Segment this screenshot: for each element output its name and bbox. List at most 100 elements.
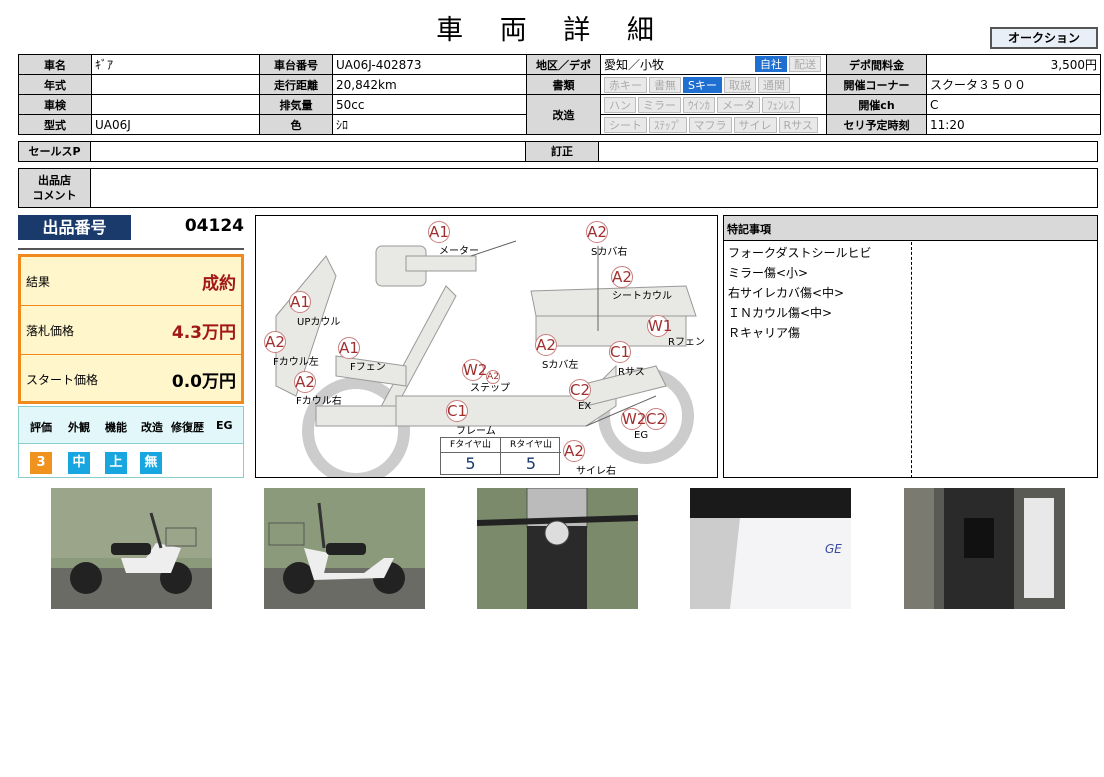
correction-label: 訂正	[525, 141, 599, 162]
lot-number: 04124	[184, 216, 244, 236]
damage-code: A2	[563, 440, 585, 462]
region-tags: 自社 配送	[755, 56, 823, 72]
damage-mark: C1	[446, 400, 468, 422]
tire-depth-table: Fタイヤ山 Rタイヤ山 5 5	[440, 437, 561, 475]
mod-tags-row1: ハン ミラー ｳｲﾝｶ メータ ﾌｪﾝﾚｽ	[600, 94, 827, 115]
damage-mark: A1	[338, 337, 360, 359]
damage-part-label: シートカウル	[612, 291, 672, 302]
damage-code: C2	[569, 379, 591, 401]
damage-code: C1	[609, 341, 631, 363]
photo-scooter-left-side[interactable]	[51, 488, 212, 609]
damage-mark: A2	[611, 266, 633, 288]
region-text: 愛知／小牧	[604, 58, 665, 72]
note-item: ミラー傷<小>	[728, 266, 809, 280]
photo-floorboard-closeup[interactable]	[904, 488, 1065, 609]
color-value: ｼﾛ	[332, 114, 527, 135]
damage-code: A2	[535, 334, 557, 356]
damage-part-label: Fカウル左	[273, 357, 319, 368]
doc-tag: 赤キー	[604, 76, 647, 93]
eval-header: 改造	[141, 421, 163, 434]
eval-score-badge: 3	[30, 452, 52, 474]
inspection-label: 車検	[18, 94, 92, 115]
year-label: 年式	[18, 74, 92, 95]
damage-part-label: Rサス	[618, 367, 645, 378]
corner-value: スクータ３５００	[926, 74, 1101, 95]
photo-cowl-closeup[interactable]: GE	[690, 488, 851, 609]
note-item: フォークダストシールヒビ	[728, 246, 872, 260]
mod-tag: ハン	[604, 96, 636, 113]
mileage-value: 20,842km	[332, 74, 527, 95]
result-row: 結果 成約	[21, 257, 241, 306]
photo-scooter-right-side[interactable]	[264, 488, 425, 609]
evaluation-header: 評価 外観 機能 改造 修復歴 EG	[18, 406, 244, 444]
lot-number-label: 出品番号	[18, 215, 131, 240]
damage-code: C1	[446, 400, 468, 422]
region-value: 愛知／小牧 自社 配送	[600, 54, 827, 75]
divider	[911, 242, 912, 478]
damage-part-label: メーター	[439, 246, 479, 257]
fee-label: デポ間料金	[826, 54, 927, 75]
damage-part-label: UPカウル	[297, 317, 341, 328]
mod-tag: シート	[604, 116, 647, 133]
vehicle-info-table: 車名 ｷﾞｱ 車台番号 UA06J-402873 地区／デポ 愛知／小牧 自社配…	[18, 54, 1101, 135]
damage-mark: C1	[609, 341, 631, 363]
damage-part-label: サイレ右	[576, 466, 616, 477]
mod-tag: メータ	[717, 96, 760, 113]
eval-function-badge: 上	[105, 452, 127, 474]
damage-code: W1	[647, 315, 673, 337]
mod-tag: ｽﾃｯﾌﾟ	[649, 116, 687, 133]
result-panel: 結果 成約 落札価格 4.3万円 スタート価格 0.0万円	[18, 254, 244, 404]
auction-button[interactable]: オークション	[990, 27, 1098, 49]
mod-tag: サイレ	[733, 116, 777, 133]
eval-mod-badge: 無	[140, 452, 162, 474]
damage-part-label: Sカバ右	[591, 247, 628, 258]
time-value: 11:20	[926, 114, 1101, 135]
damage-part-label: フレーム	[456, 426, 496, 437]
fee-value: 3,500円	[926, 54, 1101, 75]
eval-exterior-badge: 中	[68, 452, 90, 474]
mod-tags-row2: シート ｽﾃｯﾌﾟ マフラ サイレ Rサス	[600, 114, 827, 135]
damage-mark: W2	[462, 359, 488, 381]
floorboard-closeup-image	[904, 488, 1065, 609]
photo-handlebar-front[interactable]	[476, 487, 639, 609]
scooter-left-side-image	[51, 488, 212, 609]
result-value: 成約	[202, 274, 236, 294]
bid-label: 落札価格	[26, 324, 75, 338]
start-row: スタート価格 0.0万円	[21, 355, 241, 404]
bid-row: 落札価格 4.3万円	[21, 306, 241, 355]
damage-code: W2	[462, 359, 488, 381]
doc-tag: 通関	[757, 76, 790, 93]
time-label: セリ予定時刻	[826, 114, 927, 135]
doc-tag: Sキー	[683, 76, 722, 93]
displacement-label: 排気量	[259, 94, 333, 115]
displacement-value: 50cc	[332, 94, 527, 115]
damage-code: A2	[586, 221, 608, 243]
eval-header: 評価	[30, 421, 52, 434]
note-item: 右サイレカバ傷<中>	[728, 286, 845, 300]
docs-label: 書類	[526, 74, 601, 95]
special-notes-header: 特記事項	[724, 216, 1097, 241]
mod-label: 改造	[526, 94, 601, 135]
damage-mark: C2	[569, 379, 591, 401]
region-tag: 自社	[755, 56, 787, 72]
damage-mark: A1	[289, 291, 311, 313]
damage-code: A1	[338, 337, 360, 359]
bid-value: 4.3万円	[171, 323, 236, 343]
page-title: 車 両 詳 細	[436, 15, 668, 46]
model-label: 型式	[18, 114, 92, 135]
mileage-label: 走行距離	[259, 74, 333, 95]
eval-header: 修復歴	[171, 421, 204, 434]
mod-tag: Rサス	[778, 116, 818, 133]
eval-header: EG	[216, 419, 233, 432]
docs-tags: 赤キー 書無 Sキー 取説 通関	[600, 74, 827, 95]
damage-mark: W2	[621, 408, 646, 430]
name-label: 車名	[18, 54, 92, 75]
comment-value	[90, 168, 1098, 208]
svg-text:GE: GE	[825, 542, 842, 556]
salespoint-label: セールスP	[18, 141, 91, 162]
doc-tag: 書無	[649, 76, 681, 93]
eval-header: 外観	[68, 421, 90, 434]
model-value: UA06J	[91, 114, 260, 135]
damage-mark: C2	[645, 408, 667, 430]
correction-value	[598, 141, 1098, 162]
